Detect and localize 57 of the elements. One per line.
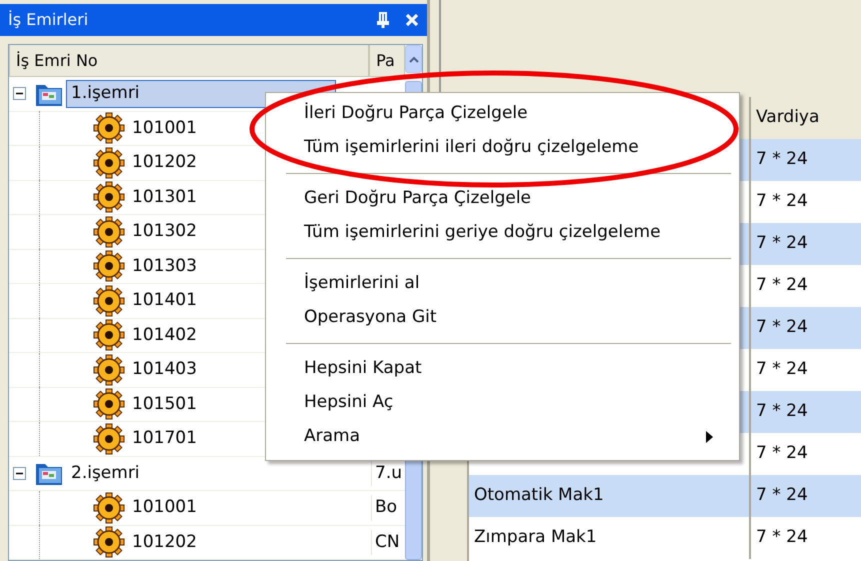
- table-cell: Bo: [375, 497, 398, 517]
- gear-icon: [93, 216, 125, 248]
- panel-title: İş Emirleri: [8, 9, 90, 31]
- table-cell-text: 7 * 24: [756, 400, 808, 424]
- table-cell-text: 7 * 24: [756, 274, 808, 298]
- gear-icon: [93, 526, 125, 558]
- gear-icon: [93, 284, 125, 317]
- menu-item[interactable]: Arama: [268, 420, 737, 454]
- tree-item[interactable]: 101202: [127, 528, 202, 556]
- pin-icon[interactable]: [377, 12, 389, 28]
- column-header[interactable]: Pa: [369, 45, 405, 77]
- table-cell-text: 7 * 24: [756, 316, 808, 340]
- menu-item[interactable]: İşemirlerini al: [268, 267, 737, 301]
- table-cell-text: 7 * 24: [756, 484, 808, 508]
- tree-item[interactable]: 101301: [127, 184, 202, 211]
- menu-item[interactable]: Hepsini Kapat: [268, 352, 737, 386]
- tree-item[interactable]: 101302: [127, 218, 202, 246]
- gear-icon: [93, 250, 125, 282]
- gear-icon: [93, 112, 125, 144]
- collapse-icon[interactable]: [13, 466, 26, 480]
- tree-item[interactable]: 101402: [127, 322, 202, 349]
- gear-icon: [93, 422, 125, 455]
- table-cell-text: 7 * 24: [756, 148, 808, 172]
- tree-item[interactable]: 101501: [127, 390, 202, 418]
- column-header[interactable]: Vardiya: [756, 105, 820, 131]
- tree-item[interactable]: 101202: [127, 149, 202, 176]
- table-cell: 7.u: [375, 462, 402, 482]
- gear-icon: [93, 388, 125, 420]
- table-cell: Zımpara Mak1: [474, 527, 597, 548]
- gear-icon: [93, 354, 125, 386]
- gear-icon: [93, 492, 125, 524]
- tree-item[interactable]: 101001: [127, 494, 202, 522]
- table-cell-text: 7 * 24: [756, 190, 808, 214]
- column-header[interactable]: İş Emri No: [9, 45, 370, 77]
- menu-item[interactable]: Tüm işemirlerini ileri doğru çizelgeleme: [268, 131, 737, 165]
- table-cell: CN: [375, 532, 400, 552]
- table-cell-text: 7 * 24: [756, 232, 808, 256]
- menu-item[interactable]: Geri Doğru Parça Çizelgele: [268, 182, 737, 216]
- table-cell-text: 7 * 24: [756, 442, 808, 466]
- gear-icon: [93, 181, 125, 214]
- tree-item[interactable]: 101303: [127, 252, 202, 280]
- gear-icon: [93, 146, 125, 179]
- tree-item[interactable]: 101701: [127, 425, 202, 452]
- close-icon[interactable]: [405, 13, 419, 27]
- tree-item[interactable]: 2.işemri: [66, 460, 145, 487]
- table-cell-text: 7 * 24: [756, 526, 808, 550]
- scroll-up-button[interactable]: [405, 45, 422, 73]
- menu-item[interactable]: Hepsini Aç: [268, 386, 737, 420]
- tree-item[interactable]: 101401: [127, 287, 202, 314]
- tree-item[interactable]: 101403: [127, 356, 202, 384]
- table-cell: Otomatik Mak1: [474, 485, 604, 506]
- menu-item[interactable]: Tüm işemirlerini geriye doğru çizelgeleme: [268, 216, 737, 250]
- gear-icon: [93, 319, 125, 352]
- tree-item[interactable]: 101001: [127, 114, 202, 142]
- table-cell-text: 7 * 24: [756, 358, 808, 382]
- menu-item[interactable]: Operasyona Git: [268, 301, 737, 335]
- collapse-icon[interactable]: [13, 87, 26, 100]
